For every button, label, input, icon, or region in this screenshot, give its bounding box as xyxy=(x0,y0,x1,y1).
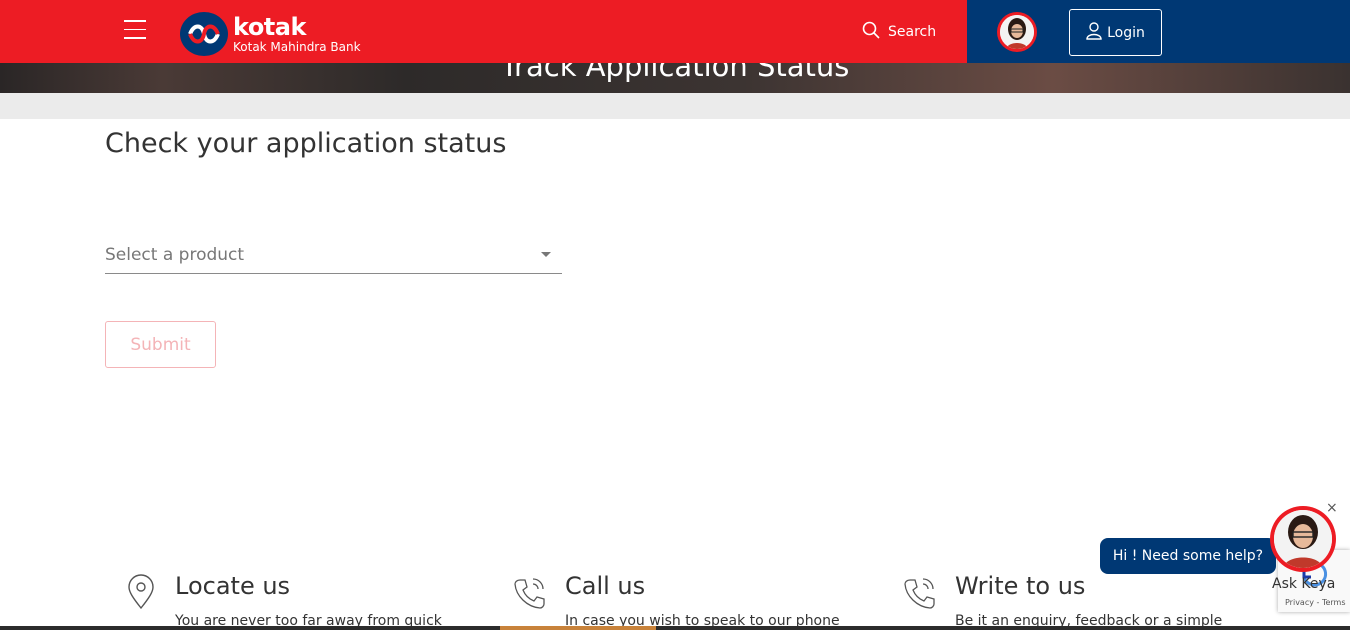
location-pin-icon xyxy=(125,574,157,614)
submit-button[interactable]: Submit xyxy=(105,321,216,368)
page-title: Check your application status xyxy=(105,128,507,159)
banner-title: Track Application Status xyxy=(500,63,850,83)
page-banner: Track Application Status xyxy=(0,63,1350,93)
banner-gray-band xyxy=(0,93,1350,119)
user-icon xyxy=(1086,21,1102,44)
bottom-strip xyxy=(0,626,1350,630)
login-button[interactable]: Login xyxy=(1069,9,1162,56)
top-header: kotak Kotak Mahindra Bank Search Login xyxy=(0,0,1350,63)
product-select-placeholder: Select a product xyxy=(105,245,245,265)
phone-icon xyxy=(512,574,548,614)
login-label: Login xyxy=(1107,24,1145,41)
search-button[interactable]: Search xyxy=(862,21,936,43)
kotak-logo[interactable]: kotak Kotak Mahindra Bank xyxy=(180,12,361,56)
footer-title: Locate us xyxy=(175,572,291,600)
logo-name: kotak xyxy=(233,12,306,41)
keya-face-icon xyxy=(1000,15,1034,49)
footer-title: Write to us xyxy=(955,572,1086,600)
keya-header-avatar[interactable] xyxy=(997,12,1037,52)
phone-icon xyxy=(902,574,938,614)
hamburger-menu-icon[interactable] xyxy=(124,20,146,42)
close-icon[interactable]: × xyxy=(1326,500,1338,516)
kotak-logo-mark-icon xyxy=(180,12,228,56)
product-select[interactable]: Select a product xyxy=(105,238,562,274)
search-label: Search xyxy=(888,24,937,40)
keya-face-icon xyxy=(1274,510,1332,568)
chat-help-bubble[interactable]: Hi ! Need some help? xyxy=(1100,538,1276,574)
search-icon xyxy=(862,21,880,43)
ask-keya-label: Ask Keya xyxy=(1272,576,1336,592)
footer-title: Call us xyxy=(565,572,646,600)
recaptcha-links[interactable]: Privacy - Terms xyxy=(1285,598,1346,607)
caret-down-icon xyxy=(541,252,551,257)
logo-subtitle: Kotak Mahindra Bank xyxy=(233,39,361,54)
